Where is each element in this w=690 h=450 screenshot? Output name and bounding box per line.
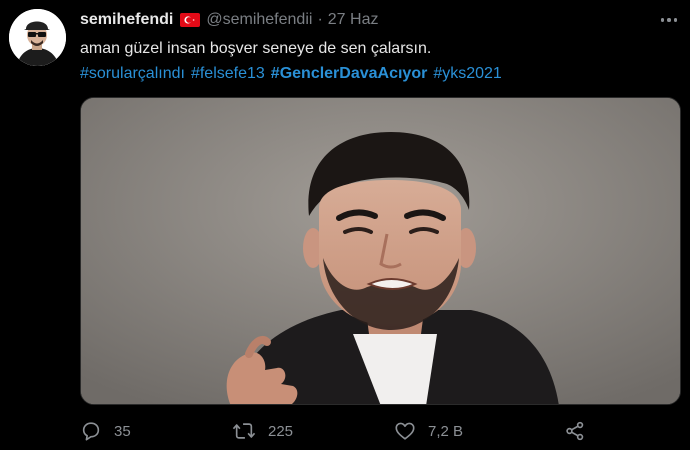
user-handle[interactable]: @semihefendii — [206, 11, 312, 29]
reply-button[interactable]: 35 — [80, 418, 131, 444]
hashtag-link[interactable]: #felsefe13 — [191, 61, 265, 86]
header-separator: · — [317, 11, 323, 28]
heart-icon — [394, 420, 416, 442]
display-name[interactable]: semihefendi — [80, 11, 173, 29]
reply-count: 35 — [114, 422, 131, 440]
like-button[interactable]: 7,2 B — [394, 418, 463, 444]
hashtag-link[interactable]: #sorularçalındı — [80, 61, 185, 86]
avatar[interactable] — [9, 9, 66, 66]
retweet-button[interactable]: 225 — [232, 418, 293, 444]
hashtag-link[interactable]: #GenclerDavaAcıyor — [271, 61, 428, 86]
share-icon — [564, 420, 586, 442]
hashtag-link[interactable]: #yks2021 — [433, 61, 502, 86]
hashtag-list: #sorularçalındı #felsefe13 #GenclerDavaA… — [80, 61, 680, 86]
tweet-body: aman güzel insan boşver seneye de sen ça… — [80, 40, 432, 57]
retweet-count: 225 — [268, 422, 294, 440]
tweet[interactable]: semihefendi @semihefendii · 27 Haz aman … — [0, 0, 690, 450]
share-button[interactable] — [564, 418, 586, 444]
tweet-text: aman güzel insan boşver seneye de sen ça… — [80, 36, 680, 86]
turkey-flag-icon — [180, 13, 201, 27]
reply-icon — [80, 420, 102, 442]
tweet-header: semihefendi @semihefendii · 27 Haz — [80, 9, 378, 31]
more-options-icon[interactable] — [656, 10, 682, 30]
tweet-date[interactable]: 27 Haz — [328, 11, 379, 29]
tweet-media-image[interactable] — [80, 97, 681, 405]
like-count: 7,2 B — [428, 422, 464, 440]
retweet-icon — [232, 420, 256, 442]
tweet-actions: 35 225 7,2 B — [80, 418, 680, 444]
